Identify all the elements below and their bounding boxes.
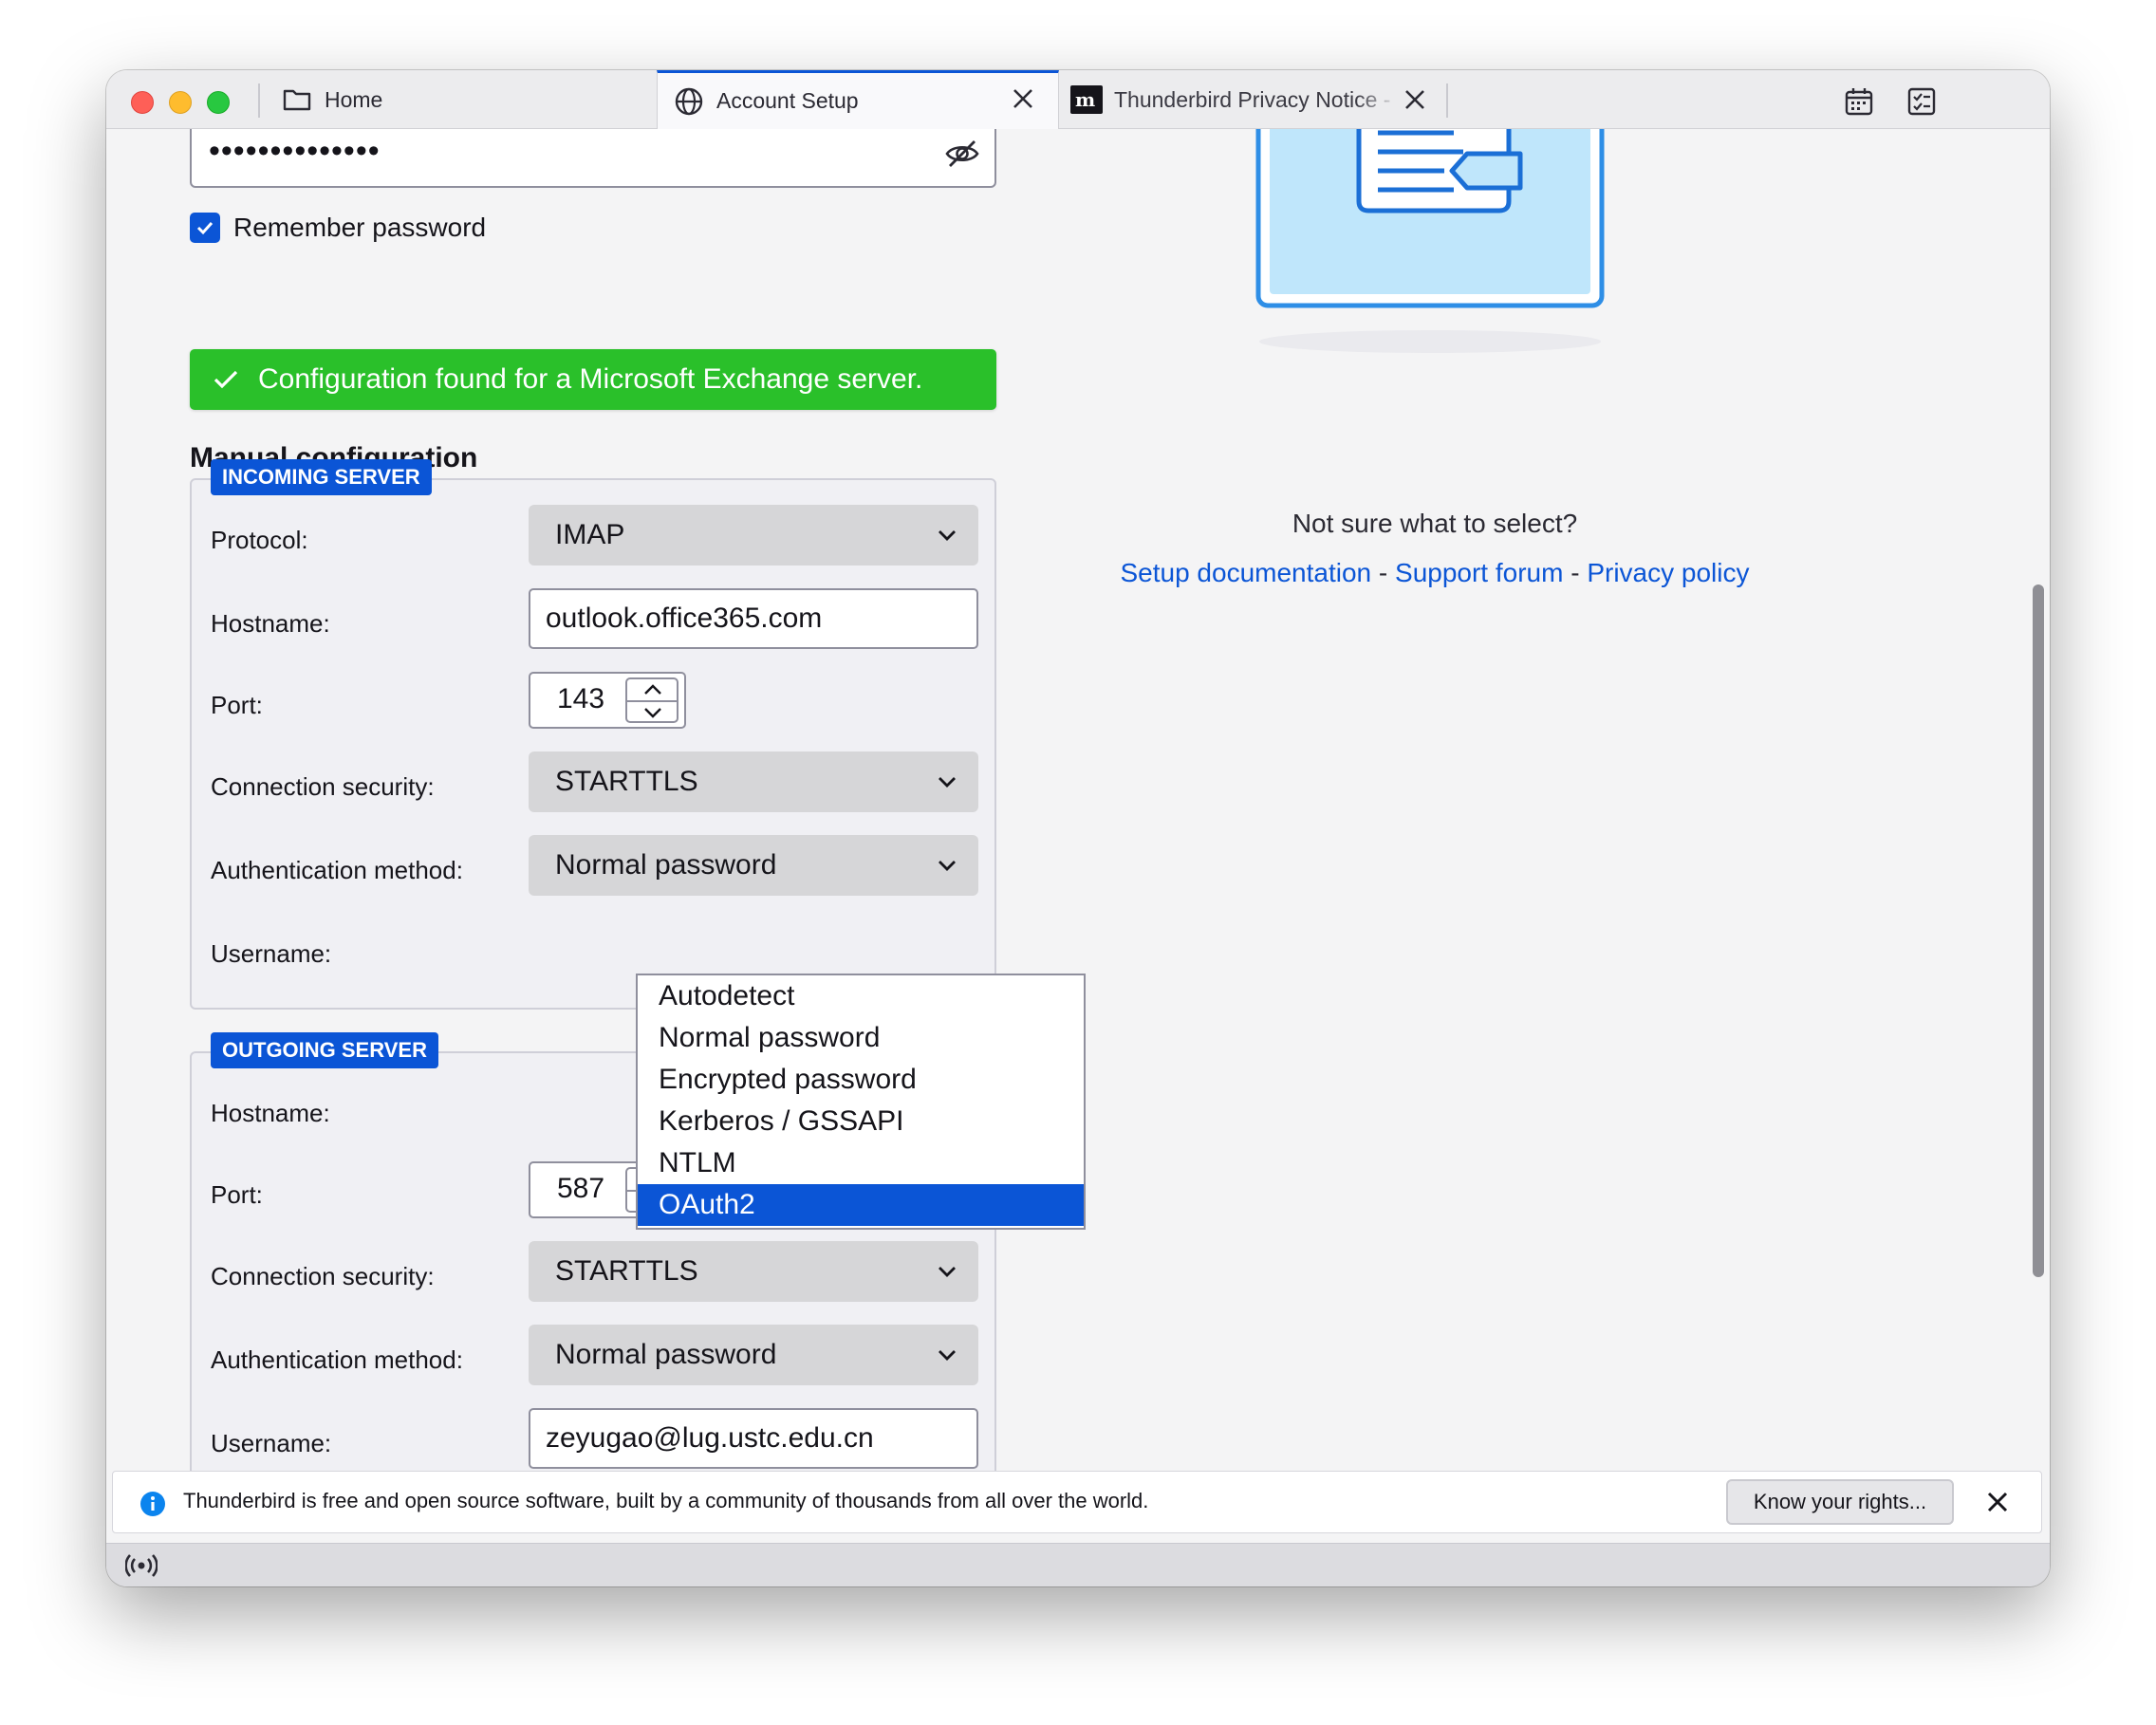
outgoing-security-value: STARTTLS [555,1255,698,1287]
hostname-label: Hostname: [211,1099,330,1127]
hostname-label: Hostname: [211,609,330,638]
folder-icon [281,83,313,116]
incoming-auth-select[interactable]: Normal password [529,835,978,896]
remember-password-label: Remember password [233,213,487,242]
port-label: Port: [211,1180,263,1209]
incoming-security-value: STARTTLS [555,766,698,797]
remember-password-row[interactable]: Remember password [190,213,486,243]
tab-label: Home [325,86,383,112]
security-label: Connection security: [211,772,435,801]
setup-documentation-link[interactable]: Setup documentation [1120,558,1371,587]
close-tab-icon[interactable] [1011,84,1035,117]
dropdown-option-normal-password[interactable]: Normal password [638,1017,1084,1059]
protocol-value: IMAP [555,519,625,550]
calendar-icon[interactable] [1843,85,1875,118]
online-status-icon[interactable] [125,1551,158,1580]
chevron-down-icon [939,861,956,871]
tab-label: Account Setup [716,88,859,113]
auth-method-dropdown[interactable]: Autodetect Normal password Encrypted pas… [636,974,1086,1230]
incoming-port-stepper[interactable]: 143 [529,672,686,729]
chevron-down-icon [939,1267,956,1277]
tab-separator [258,83,260,118]
mozilla-icon: m [1070,85,1103,114]
incoming-security-select[interactable]: STARTTLS [529,751,978,812]
security-label: Connection security: [211,1262,435,1290]
username-label: Username: [211,1429,332,1457]
port-label: Port: [211,691,263,719]
link-separator: - [1563,558,1588,587]
incoming-server-section: INCOMING SERVER Protocol: IMAP Hostname:… [190,459,996,1010]
dropdown-option-encrypted-password[interactable]: Encrypted password [638,1059,1084,1101]
incoming-server-legend: INCOMING SERVER [211,459,432,495]
username-label: Username: [211,939,332,968]
dropdown-option-kerberos[interactable]: Kerberos / GSSAPI [638,1101,1084,1142]
app-window: Home Account Setup m Thunderbird Privacy… [106,70,2050,1586]
outgoing-security-select[interactable]: STARTTLS [529,1241,978,1302]
dropdown-option-ntlm[interactable]: NTLM [638,1142,1084,1184]
privacy-policy-link[interactable]: Privacy policy [1587,558,1749,587]
outgoing-auth-value: Normal password [555,1339,777,1370]
notification-message: Thunderbird is free and open source soft… [183,1489,1149,1512]
minimize-window-button[interactable] [169,91,192,114]
tab-label: Thunderbird Privacy Notice - [1114,86,1391,112]
outgoing-server-legend: OUTGOING SERVER [211,1032,438,1068]
protocol-select[interactable]: IMAP [529,505,978,566]
port-spinner[interactable] [625,677,678,723]
incoming-port-value: 143 [556,683,605,714]
password-field[interactable]: •••••••••••••• [190,129,996,188]
status-bar [106,1543,2050,1586]
help-links: Setup documentation - Support forum - Pr… [960,558,1909,588]
auth-label: Authentication method: [211,1345,463,1374]
account-illustration [1255,129,1605,353]
banner-text: Configuration found for a Microsoft Exch… [258,363,923,395]
outgoing-port-value: 587 [556,1173,605,1204]
config-found-banner: Configuration found for a Microsoft Exch… [190,349,996,410]
link-separator: - [1371,558,1396,587]
tab-separator [1446,83,1448,118]
svg-text:m: m [1075,90,1095,109]
checkmark-icon [214,370,238,389]
chevron-down-icon [939,530,956,541]
globe-icon [673,85,705,118]
dropdown-option-oauth2[interactable]: OAuth2 [638,1184,1084,1226]
protocol-label: Protocol: [211,526,308,554]
notification-bar: Thunderbird is free and open source soft… [112,1471,2042,1533]
zoom-window-button[interactable] [207,91,230,114]
auth-label: Authentication method: [211,856,463,884]
incoming-auth-value: Normal password [555,849,777,881]
close-notification-icon[interactable] [1980,1485,2015,1519]
dropdown-option-autodetect[interactable]: Autodetect [638,975,1084,1017]
close-window-button[interactable] [131,91,154,114]
chevron-down-icon[interactable] [642,706,663,719]
know-your-rights-button[interactable]: Know your rights... [1726,1479,1954,1525]
account-setup-content: •••••••••••••• Remember password Configu… [106,129,2050,1505]
info-icon [140,1492,165,1516]
tab-bar: Home Account Setup m Thunderbird Privacy… [106,70,2050,129]
tab-privacy-notice[interactable]: m Thunderbird Privacy Notice - [1061,70,1459,129]
tab-account-setup[interactable]: Account Setup [657,70,1059,129]
help-section: Not sure what to select? Setup documenta… [960,509,1909,588]
outgoing-auth-select[interactable]: Normal password [529,1325,978,1385]
tasks-icon[interactable] [1905,85,1938,118]
chevron-up-icon[interactable] [642,683,663,696]
remember-password-checkbox[interactable] [190,213,220,243]
toggle-password-visibility-icon[interactable] [943,135,981,173]
password-value: •••••••••••••• [209,133,381,169]
chevron-down-icon [939,777,956,788]
help-question: Not sure what to select? [1292,509,1578,538]
outgoing-username-input[interactable]: zeyugao@lug.ustc.edu.cn [529,1408,978,1469]
incoming-hostname-input[interactable]: outlook.office365.com [529,588,978,649]
close-tab-icon[interactable] [1403,85,1427,118]
vertical-scrollbar[interactable] [2033,584,2044,1277]
support-forum-link[interactable]: Support forum [1395,558,1563,587]
chevron-down-icon [939,1350,956,1361]
